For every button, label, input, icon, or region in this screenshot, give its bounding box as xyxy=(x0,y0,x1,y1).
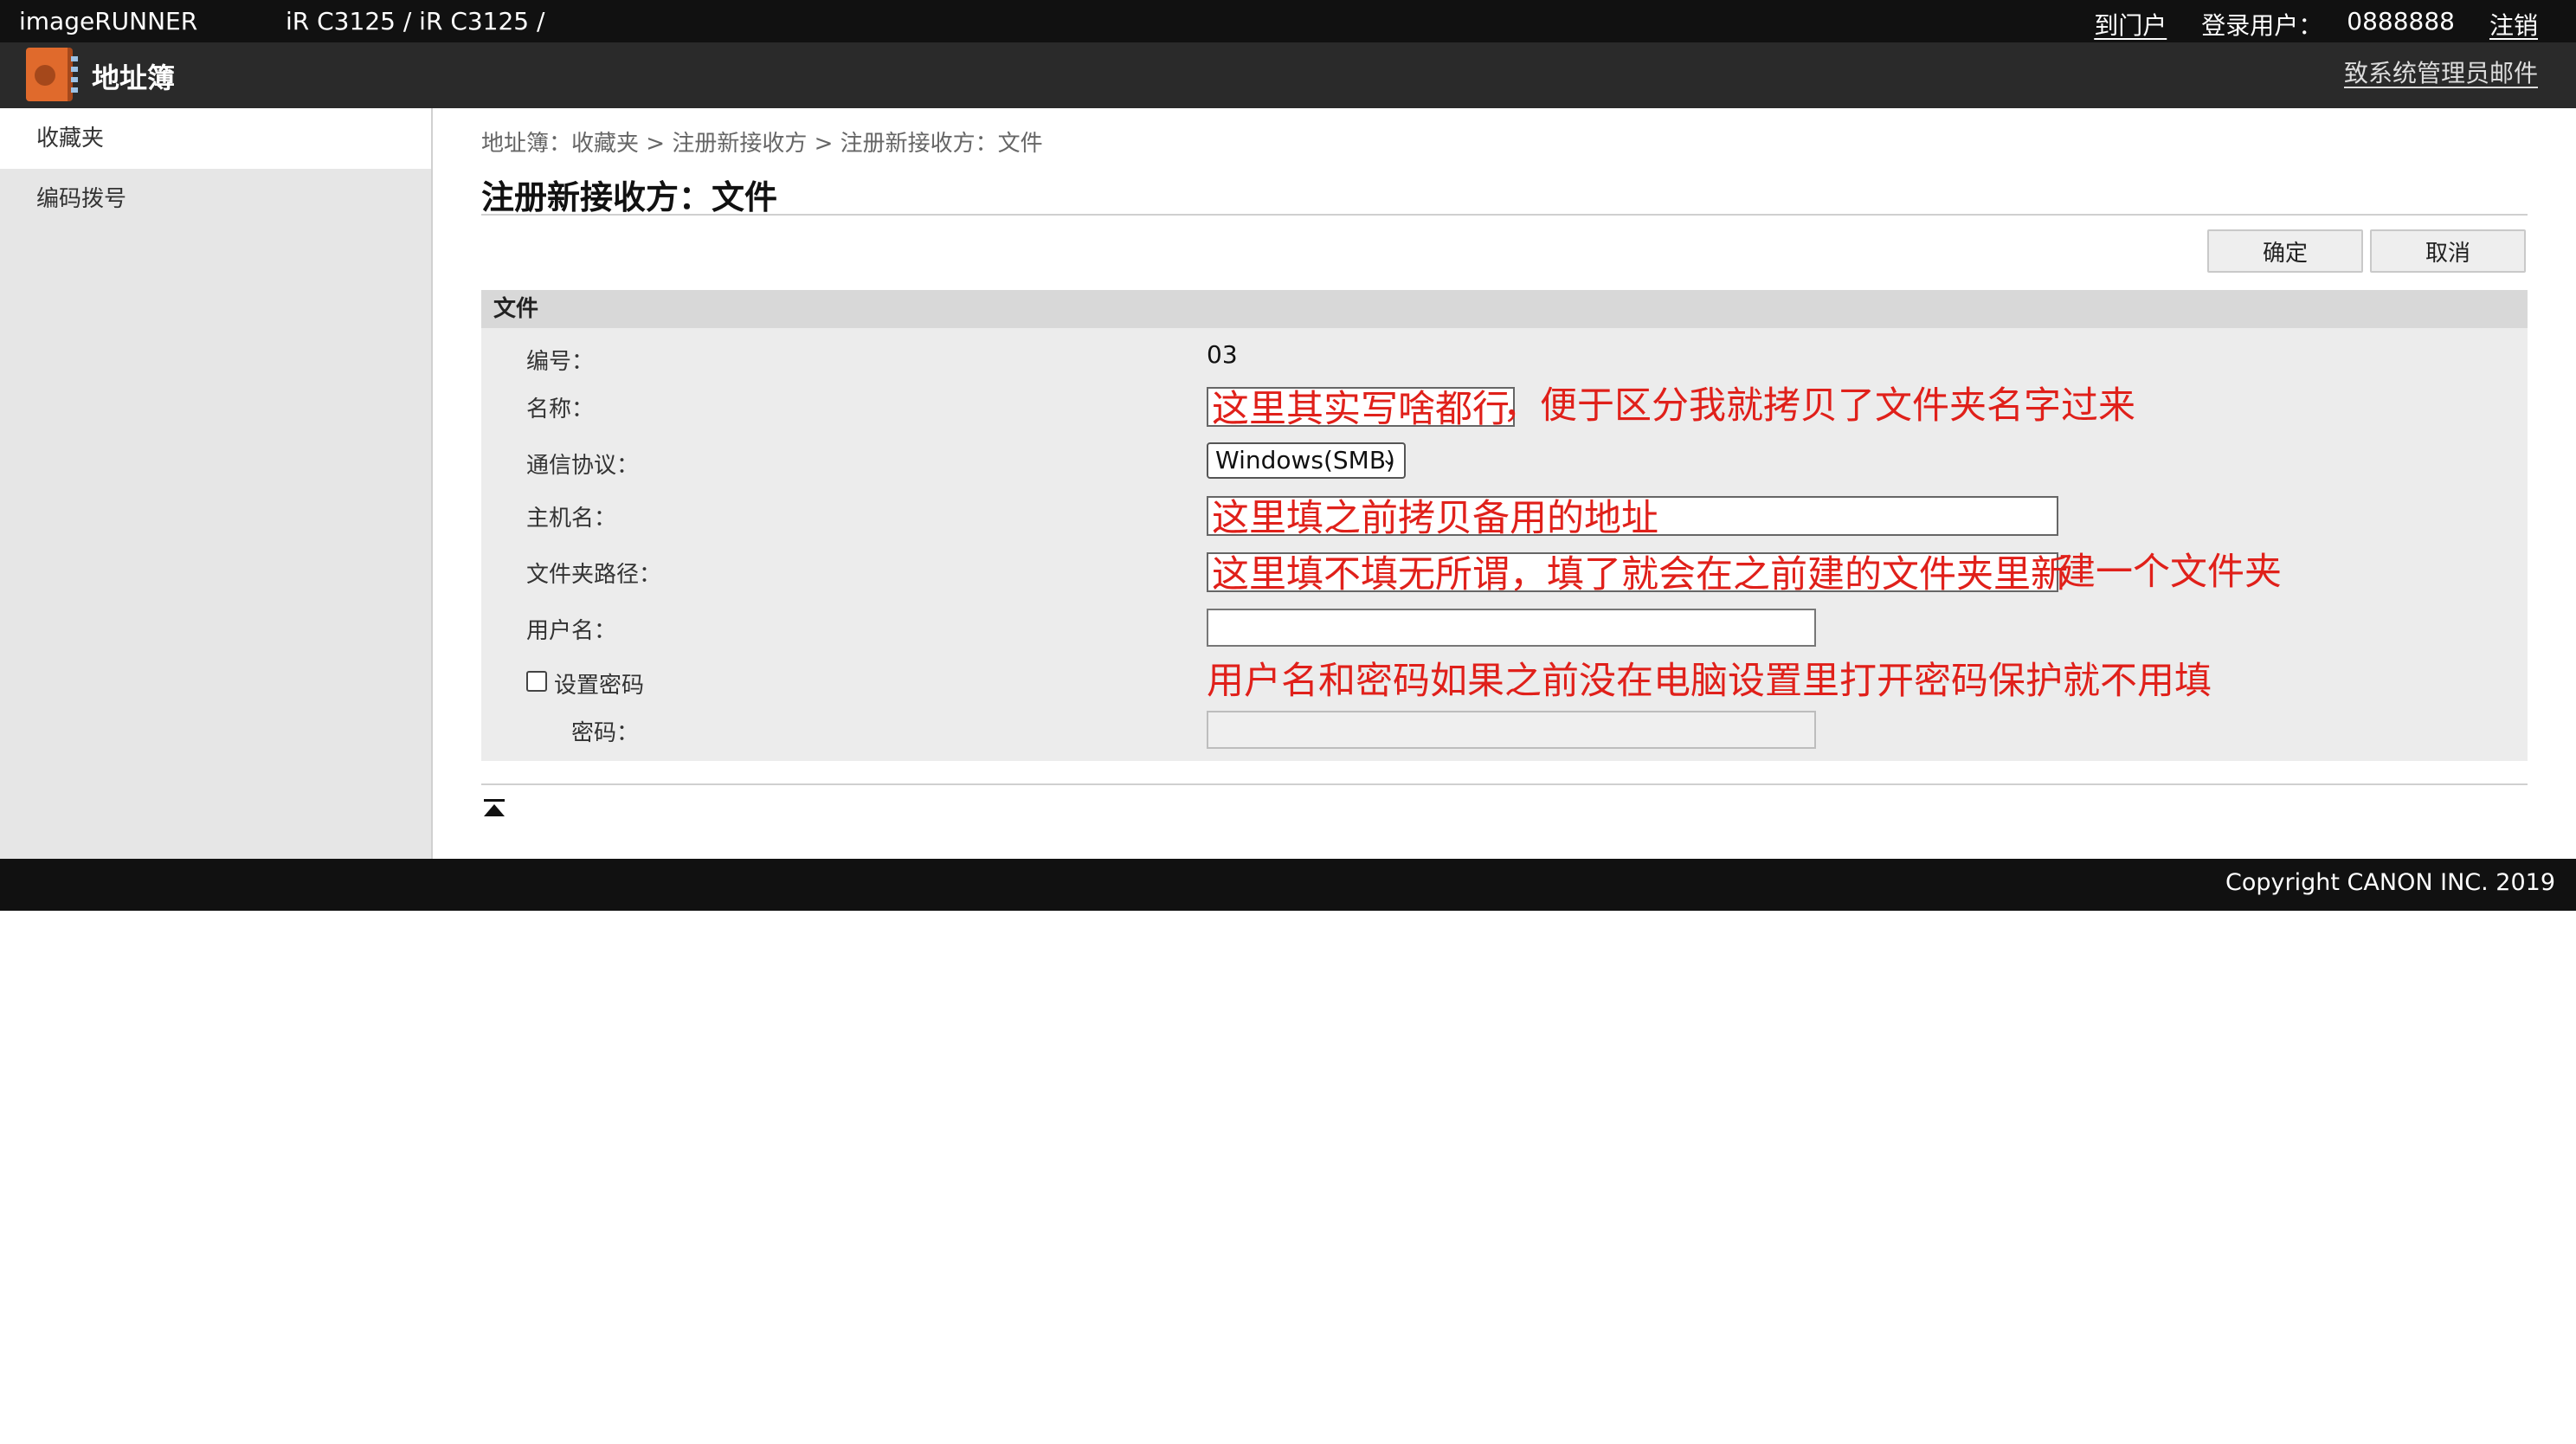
set-password-label: 设置密码 xyxy=(554,673,645,699)
password-note: 用户名和密码如果之前没在电脑设置里打开密码保护就不用填 xyxy=(1207,660,2212,703)
section-title: 文件 xyxy=(481,290,2528,328)
logout-link[interactable]: 注销 xyxy=(2489,7,2538,42)
host-input[interactable]: 这里填之前拷贝备用的地址 xyxy=(1207,496,2058,539)
portal-link[interactable]: 到门户 xyxy=(2094,7,2167,42)
number-value: 03 xyxy=(1207,340,1238,369)
password-label: 密码： xyxy=(571,720,640,746)
chevron-down-icon: ⌄ xyxy=(1381,448,1397,470)
back-to-top-icon[interactable] xyxy=(483,797,506,820)
login-user-label: 登录用户： xyxy=(2201,11,2323,40)
app-title: 地址簿 xyxy=(92,61,176,94)
title-divider xyxy=(481,214,2528,216)
cancel-button[interactable]: 取消 xyxy=(2370,229,2526,273)
top-bar: imageRUNNER iR C3125 / iR C3125 / 到门户 登录… xyxy=(0,0,2576,42)
breadcrumb: 地址簿：收藏夹 > 注册新接收方 > 注册新接收方：文件 xyxy=(481,131,1043,157)
address-book-icon xyxy=(26,48,78,101)
login-user: 登录用户： 0888888 xyxy=(2201,7,2455,42)
file-settings-panel: 文件 编号： 03 名称： 这里其实写啥都行 ，便于区分我就拷贝了文件夹名字过来… xyxy=(481,290,2528,761)
username-input[interactable] xyxy=(1207,609,1816,647)
copyright: Copyright CANON INC. 2019 xyxy=(2225,869,2555,896)
bottom-divider xyxy=(481,783,2528,785)
name-note: ，便于区分我就拷贝了文件夹名字过来 xyxy=(1503,384,2135,428)
name-field[interactable]: 这里其实写啥都行 xyxy=(1207,387,1515,430)
host-label: 主机名： xyxy=(526,506,617,532)
folder-path-input[interactable]: 这里填不填无所谓，填了就会在之前建的文件夹里新 xyxy=(1207,552,2068,596)
sidebar: 收藏夹 编码拨号 xyxy=(0,108,433,859)
folder-path-note: 建一个文件夹 xyxy=(2058,551,2282,594)
brand-name: imageRUNNER xyxy=(19,7,198,35)
device-model: iR C3125 / iR C3125 / xyxy=(286,7,545,35)
login-user-value: 0888888 xyxy=(2347,7,2455,35)
sidebar-item-label: 收藏夹 xyxy=(36,126,105,151)
admin-mail-link[interactable]: 致系统管理员邮件 xyxy=(2344,55,2538,89)
footer: Copyright CANON INC. 2019 xyxy=(0,859,2576,911)
folder-path-label: 文件夹路径： xyxy=(526,562,662,588)
number-label: 编号： xyxy=(526,349,595,375)
ok-button[interactable]: 确定 xyxy=(2207,229,2363,273)
password-input[interactable] xyxy=(1207,711,1816,749)
set-password-checkbox[interactable] xyxy=(526,671,547,692)
name-label: 名称： xyxy=(526,396,595,422)
sidebar-item-favorites[interactable]: 收藏夹 xyxy=(0,108,431,169)
header-bar: 地址簿 致系统管理员邮件 xyxy=(0,42,2576,108)
page-title: 注册新接收方：文件 xyxy=(481,178,778,216)
username-label: 用户名： xyxy=(526,618,617,644)
protocol-select[interactable]: Windows(SMB) ⌄ xyxy=(1207,442,1406,479)
sidebar-item-coded-dial[interactable]: 编码拨号 xyxy=(0,169,431,229)
protocol-label: 通信协议： xyxy=(526,453,640,479)
protocol-select-value: Windows(SMB) xyxy=(1215,446,1395,474)
top-bar-right: 到门户 登录用户： 0888888 注销 xyxy=(2094,7,2538,42)
sidebar-item-label: 编码拨号 xyxy=(36,186,127,212)
